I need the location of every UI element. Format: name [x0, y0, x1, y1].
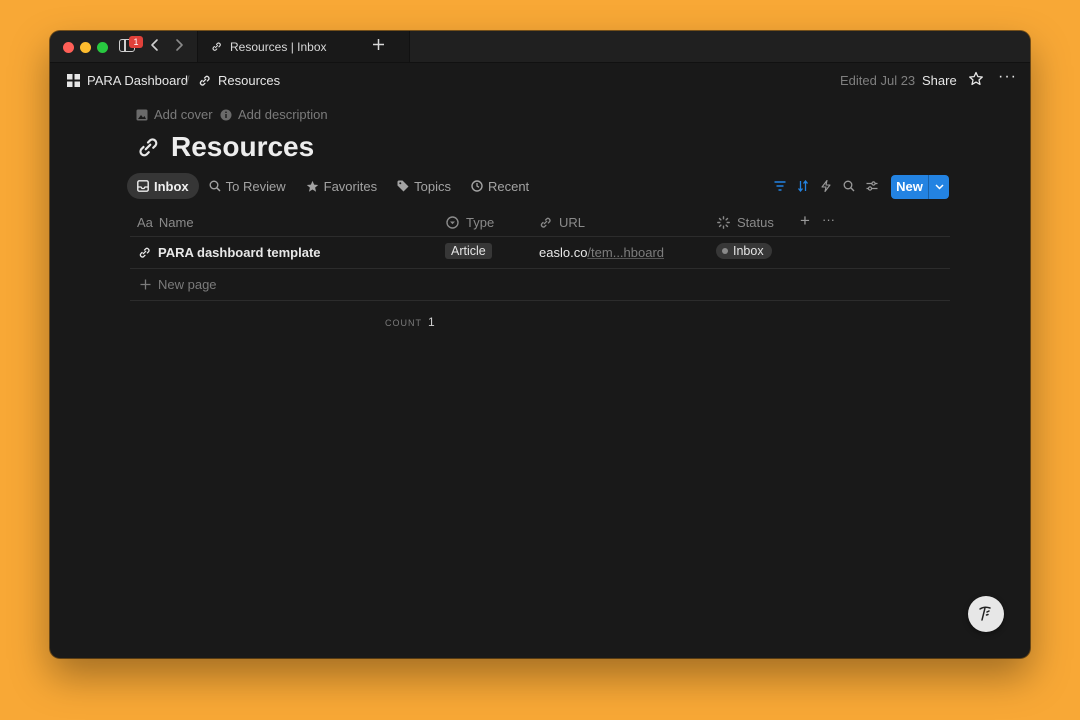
breadcrumb-current[interactable]: Resources	[198, 73, 280, 88]
tab-favorites[interactable]: Favorites	[296, 173, 387, 199]
url-domain: easlo.co	[539, 245, 588, 260]
row-url-cell[interactable]: easlo.co/tem...hboard	[539, 245, 664, 260]
tab-inbox[interactable]: Inbox	[127, 173, 199, 199]
tab-to-review-label: To Review	[225, 178, 286, 194]
new-entry-label: New	[896, 179, 923, 194]
notion-ai-face-icon[interactable]	[968, 596, 1004, 632]
share-button[interactable]: Share	[922, 73, 957, 88]
tab-recent[interactable]: Recent	[461, 173, 539, 199]
search-icon	[209, 180, 221, 192]
page-title[interactable]: Resources	[171, 131, 314, 163]
row-status-cell[interactable]: Inbox	[716, 243, 772, 259]
status-badge: Inbox	[716, 243, 772, 259]
column-status-label: Status	[737, 215, 774, 230]
zoom-window-button[interactable]	[97, 42, 108, 53]
plus-icon	[140, 279, 151, 290]
add-description-label: Add description	[238, 107, 328, 122]
notification-badge: 1	[129, 36, 143, 48]
image-icon	[136, 109, 148, 120]
forward-arrow-icon[interactable]	[174, 38, 184, 56]
automation-bolt-icon[interactable]	[818, 174, 834, 198]
clock-icon	[471, 180, 483, 192]
more-options-icon[interactable]: ···	[998, 68, 1017, 86]
column-name-label: Name	[158, 215, 194, 230]
edited-timestamp: Edited Jul 23	[840, 73, 916, 88]
status-label: Inbox	[733, 244, 764, 258]
row-type-cell[interactable]: Article	[445, 243, 492, 259]
tag-icon	[397, 180, 409, 192]
column-options-icon[interactable]: ···	[822, 212, 835, 227]
add-cover-label: Add cover	[154, 107, 213, 122]
back-arrow-icon[interactable]	[150, 38, 160, 56]
breadcrumb-root-label: PARA Dashboard	[87, 73, 188, 88]
link-icon	[212, 42, 221, 51]
grid-icon	[67, 74, 80, 87]
row-name-label: PARA dashboard template	[158, 245, 321, 260]
tab-title: Resources | Inbox	[230, 39, 327, 54]
column-type-label: Type	[466, 215, 495, 230]
minimize-window-button[interactable]	[80, 42, 91, 53]
tab-favorites-label: Favorites	[323, 178, 378, 194]
sort-icon[interactable]	[795, 174, 811, 198]
new-page-row[interactable]: New page	[130, 269, 950, 301]
page-topbar: PARA Dashboard / Resources Edited Jul 23…	[50, 63, 1030, 97]
row-count[interactable]: COUNT 1	[385, 315, 435, 329]
column-url-label: URL	[559, 215, 586, 230]
tab-topics-label: Topics	[414, 178, 451, 194]
row-name-cell[interactable]: PARA dashboard template	[138, 245, 321, 260]
new-page-button[interactable]: New page	[140, 277, 217, 292]
column-header-url[interactable]: URL	[539, 215, 585, 230]
breadcrumb-separator: /	[186, 73, 190, 88]
chevron-down-icon[interactable]	[928, 175, 949, 199]
add-cover-button[interactable]: Add cover	[136, 107, 213, 122]
database-views: Inbox To Review Favorites Topics Recent	[127, 173, 539, 199]
new-page-label: New page	[158, 277, 217, 292]
status-dot	[722, 248, 728, 254]
tab-recent-label: Recent	[487, 178, 530, 194]
browser-window: 1 Resources | Inbox PARA Dashboard / Res…	[50, 31, 1030, 658]
page-link-icon[interactable]	[136, 135, 160, 164]
tab-inbox-label: Inbox	[154, 178, 189, 194]
column-header-name[interactable]: Aa Name	[137, 215, 194, 230]
status-icon	[717, 216, 730, 229]
database-toolbar	[772, 174, 887, 198]
breadcrumb-root[interactable]: PARA Dashboard	[67, 73, 188, 88]
info-icon	[220, 109, 232, 120]
count-label: COUNT	[385, 318, 422, 328]
search-icon[interactable]	[841, 174, 857, 198]
count-value: 1	[428, 315, 435, 329]
new-tab-button[interactable]	[372, 36, 385, 55]
url-path: /tem...hboard	[587, 245, 665, 260]
select-icon	[446, 216, 459, 229]
close-window-button[interactable]	[63, 42, 74, 53]
link-icon	[540, 217, 551, 228]
inbox-icon	[137, 180, 149, 192]
settings-sliders-icon[interactable]	[864, 174, 880, 198]
favorite-star-icon[interactable]	[968, 71, 984, 92]
filter-icon[interactable]	[772, 174, 788, 198]
column-header-type[interactable]: Type	[446, 215, 494, 230]
link-icon	[139, 247, 150, 258]
breadcrumb-current-label: Resources	[218, 73, 281, 88]
database-table: Aa Name Type URL Status + ··· PARA dashb…	[130, 208, 950, 301]
table-header-row: Aa Name Type URL Status + ···	[130, 208, 950, 237]
new-entry-button[interactable]: New	[891, 175, 949, 199]
type-tag: Article	[445, 243, 492, 259]
table-row[interactable]: PARA dashboard template Article easlo.co…	[130, 237, 950, 269]
tab-topics[interactable]: Topics	[387, 173, 461, 199]
star-icon	[306, 180, 318, 192]
link-icon	[199, 75, 210, 86]
add-description-button[interactable]: Add description	[220, 107, 328, 122]
column-header-status[interactable]: Status	[717, 215, 774, 230]
tab-to-review[interactable]: To Review	[199, 173, 296, 199]
title-bar: 1 Resources | Inbox	[50, 31, 1030, 63]
add-column-button[interactable]: +	[800, 211, 810, 231]
text-property-icon: Aa	[137, 215, 153, 230]
